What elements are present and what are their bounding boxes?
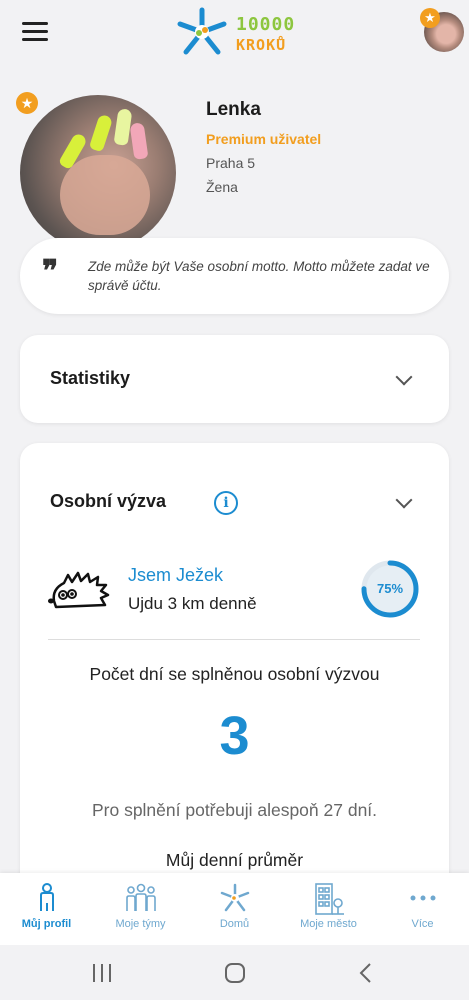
nail-decoration bbox=[88, 113, 114, 153]
recent-apps-icon[interactable] bbox=[90, 960, 114, 986]
days-completed-label: Počet dní se splněnou osobní výzvou bbox=[89, 664, 380, 684]
challenge-title: Osobní výzva bbox=[50, 491, 167, 511]
person-icon bbox=[39, 883, 54, 911]
nav-label: Více bbox=[411, 918, 434, 930]
team-icon bbox=[125, 883, 156, 911]
chevron-down-icon[interactable] bbox=[395, 368, 413, 386]
nail-decoration bbox=[113, 108, 133, 146]
motto-text: Zde může být Vaše osobní motto. Motto mů… bbox=[88, 259, 430, 293]
daily-average-label: Můj denní průměr bbox=[165, 850, 304, 870]
top-bar: 10000 KROKŮ ★ bbox=[0, 0, 469, 70]
home-logo-icon bbox=[220, 883, 249, 912]
statistics-title: Statistiky bbox=[50, 368, 131, 388]
nav-more[interactable]: Více bbox=[376, 873, 469, 945]
star-icon: ★ bbox=[16, 92, 38, 114]
statistics-card[interactable]: Statistiky bbox=[20, 335, 449, 423]
nav-my-city[interactable]: Moje město bbox=[282, 873, 375, 945]
bottom-nav: Můj profil Moje týmy Domů Moje město Víc… bbox=[0, 873, 469, 945]
motto-box: ❞ Zde může být Vaše osobní motto. Motto … bbox=[20, 238, 449, 314]
premium-badge: Premium uživatel bbox=[206, 131, 322, 147]
challenge-description: Ujdu 3 km denně bbox=[128, 594, 257, 613]
divider bbox=[48, 639, 420, 640]
nav-label: Moje město bbox=[300, 918, 357, 930]
system-nav-bar bbox=[0, 945, 469, 1000]
star-icon: ★ bbox=[420, 8, 440, 28]
hedgehog-icon bbox=[48, 571, 110, 609]
challenge-card: Osobní výzva i Jsem Ježek Ujdu 3 km denn… bbox=[20, 443, 449, 903]
home-button-icon[interactable] bbox=[222, 960, 248, 986]
city-icon bbox=[314, 883, 344, 915]
nail-decoration bbox=[129, 122, 149, 160]
more-icon bbox=[410, 895, 435, 901]
challenge-name[interactable]: Jsem Ježek bbox=[128, 565, 223, 586]
profile-photo[interactable] bbox=[20, 95, 176, 251]
back-icon[interactable] bbox=[356, 960, 376, 986]
days-completed-count: 3 bbox=[219, 706, 250, 766]
menu-icon[interactable] bbox=[22, 22, 48, 42]
user-name: Lenka bbox=[206, 99, 261, 120]
nav-label: Domů bbox=[219, 918, 250, 930]
progress-percent: 75% bbox=[376, 581, 404, 596]
logo-icon bbox=[177, 7, 227, 55]
info-icon[interactable]: i bbox=[214, 491, 238, 515]
nav-label: Můj profil bbox=[21, 918, 72, 930]
nav-my-teams[interactable]: Moje týmy bbox=[94, 873, 187, 945]
nav-label: Moje týmy bbox=[115, 918, 166, 930]
requirement-text: Pro splnění potřebuji alespoň 27 dní. bbox=[91, 800, 378, 820]
nav-home[interactable]: Domů bbox=[188, 873, 281, 945]
chevron-down-icon[interactable] bbox=[395, 491, 413, 509]
logo-number: 10000 bbox=[236, 14, 296, 35]
user-city: Praha 5 bbox=[206, 155, 256, 171]
app-logo[interactable]: 10000 KROKŮ bbox=[172, 6, 302, 58]
hand-shape bbox=[60, 155, 150, 235]
user-gender: Žena bbox=[206, 179, 238, 195]
nav-my-profile[interactable]: Můj profil bbox=[0, 873, 93, 945]
logo-word: KROKŮ bbox=[236, 36, 287, 54]
quote-icon: ❞ bbox=[42, 254, 59, 289]
